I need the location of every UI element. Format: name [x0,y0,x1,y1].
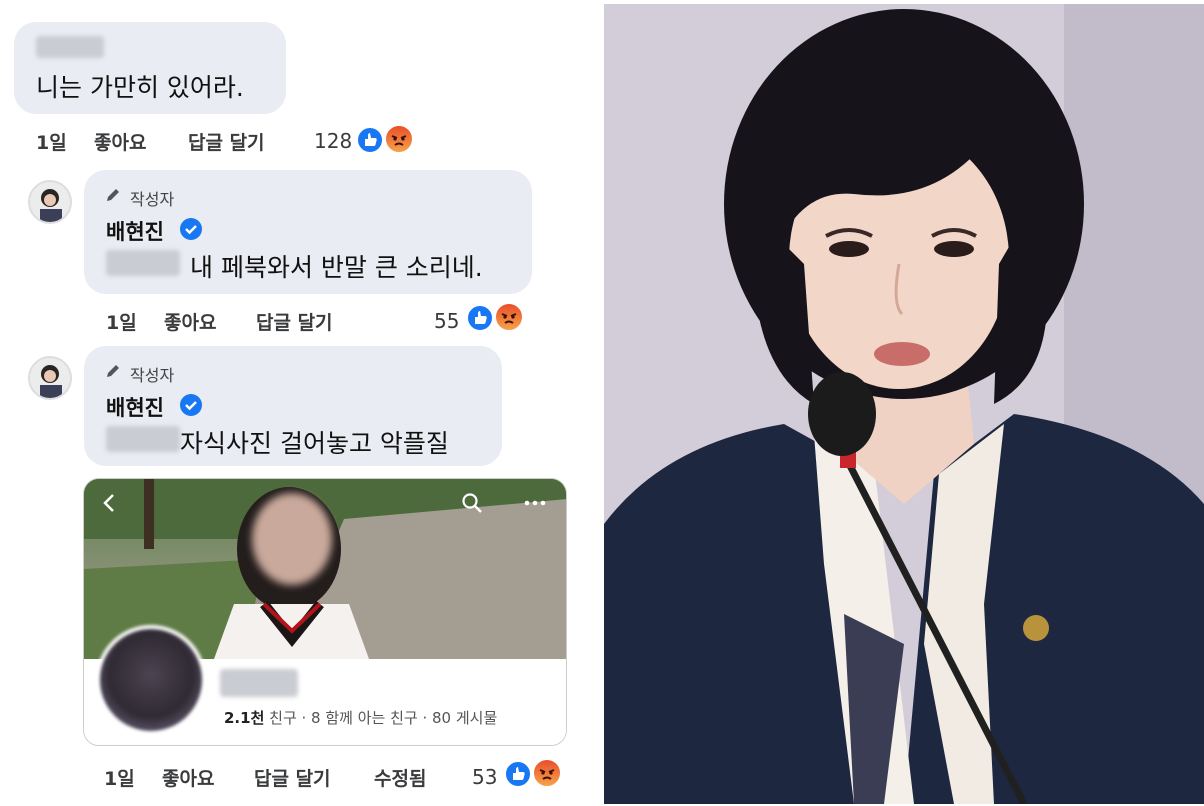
like-icon [466,304,494,332]
friends-count: 2.1천 [224,709,265,727]
speaker-photo [604,4,1204,804]
pencil-icon [107,365,119,377]
search-icon[interactable] [460,491,484,515]
blurred-mention [106,250,180,276]
profile-stats-text: 친구 · 8 함께 아는 친구 · 80 게시물 [264,709,498,727]
like-link[interactable]: 좋아요 [162,764,214,791]
like-icon [356,126,384,154]
comment-text: 내 페북와서 반말 큰 소리네. [190,253,483,282]
attached-profile-screenshot[interactable]: 2.1천 친구 · 8 함께 아는 친구 · 80 게시물 [83,478,567,746]
like-link[interactable]: 좋아요 [164,308,216,335]
verified-icon [180,218,202,240]
like-icon [504,760,532,788]
author-name[interactable]: 배현진 [106,216,164,246]
pencil-icon [107,189,119,201]
blurred-profile-name [220,669,298,697]
angry-icon [532,758,562,788]
comment-time[interactable]: 1일 [104,764,135,791]
comment-text: 자식사진 걸어놓고 악플질 [180,429,449,458]
comment-thread: 니는 가만히 있어라. 1일 좋아요 답글 달기 128 작성자 배현진 내 페… [0,0,596,806]
author-tag: 작성자 [130,190,175,209]
profile-stats: 2.1천 친구 · 8 함께 아는 친구 · 80 게시물 [224,707,497,728]
blurred-mention [106,426,180,452]
reaction-count[interactable]: 53 [472,765,497,789]
edited-label: 수정됨 [374,768,427,790]
comment-bubble: 니는 가만히 있어라. [14,22,286,114]
author-avatar[interactable] [28,180,72,224]
verified-icon [180,394,202,416]
comment-time[interactable]: 1일 [106,308,137,335]
back-arrow-icon[interactable] [98,491,122,515]
reaction-count[interactable]: 128 [314,129,352,153]
reply-link[interactable]: 답글 달기 [188,128,265,155]
author-name[interactable]: 배현진 [106,392,164,422]
reaction-count[interactable]: 55 [434,309,459,333]
reply-link[interactable]: 답글 달기 [254,764,331,791]
more-icon[interactable] [522,491,548,515]
author-tag: 작성자 [130,366,175,385]
profile-avatar[interactable] [96,625,206,735]
angry-icon [384,124,414,154]
comment-bubble: 작성자 배현진 내 페북와서 반말 큰 소리네. [84,170,532,294]
comment-bubble: 작성자 배현진 자식사진 걸어놓고 악플질 [84,346,502,466]
blurred-commenter-name [36,36,104,58]
reply-link[interactable]: 답글 달기 [256,308,333,335]
angry-icon [494,302,524,332]
comment-text: 니는 가만히 있어라. [36,73,244,102]
author-avatar[interactable] [28,356,72,400]
like-link[interactable]: 좋아요 [94,128,146,155]
comment-time[interactable]: 1일 [36,128,67,155]
